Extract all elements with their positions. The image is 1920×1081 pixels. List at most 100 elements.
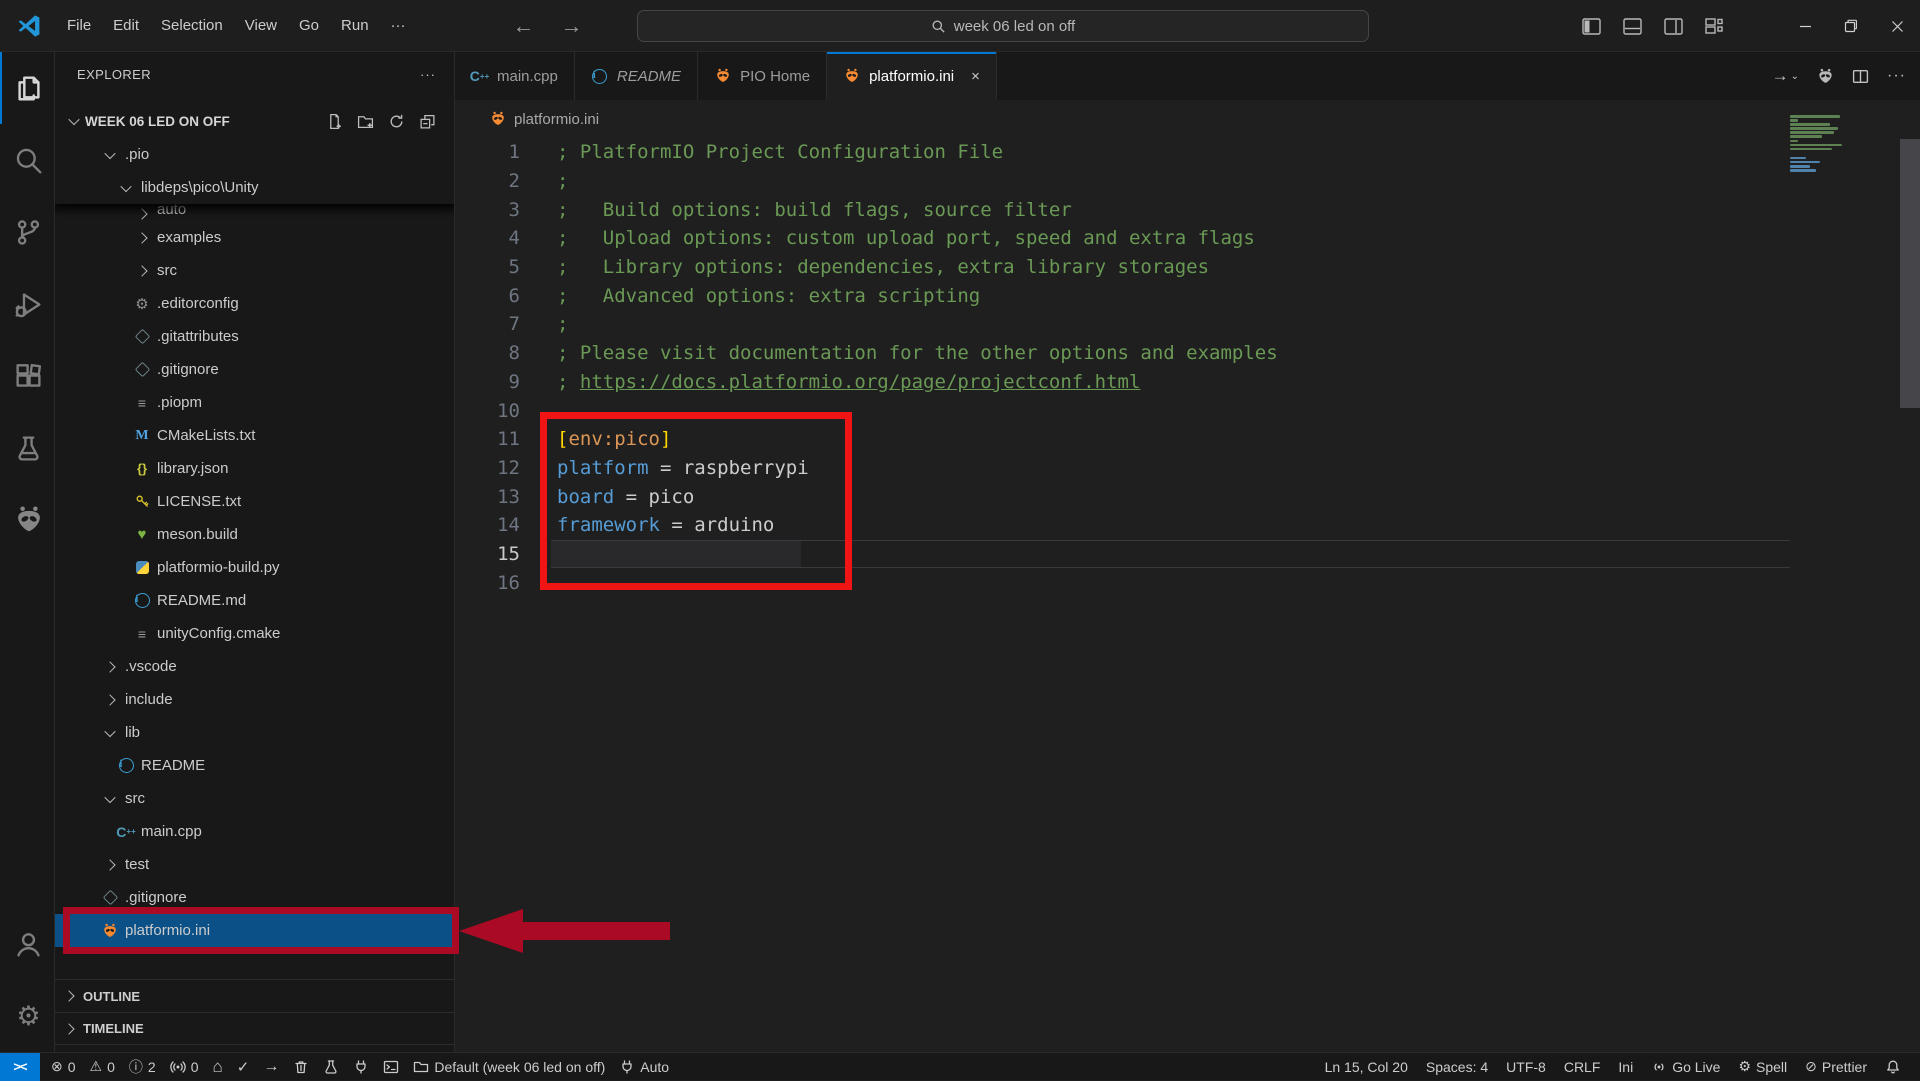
menu-[interactable]: ··· (380, 8, 417, 44)
status-info-circle[interactable]: ⓘ2 (122, 1053, 163, 1081)
tree-item-include[interactable]: include (55, 683, 455, 716)
status-home[interactable]: ⌂ (205, 1053, 229, 1081)
menu-go[interactable]: Go (288, 8, 330, 44)
tab-main.cpp[interactable]: C++main.cpp (455, 52, 575, 100)
status-error[interactable]: ⊗0 (44, 1053, 83, 1081)
status-broadcast[interactable]: Go Live (1642, 1053, 1729, 1081)
timeline-panel-header[interactable]: TIMELINE (55, 1012, 455, 1045)
status-remote-window[interactable]: >< (0, 1053, 40, 1081)
tab-pio-home[interactable]: PIO Home (698, 52, 827, 100)
menu-selection[interactable]: Selection (150, 8, 234, 44)
more-actions-icon[interactable]: ··· (1887, 67, 1906, 85)
tab-readme[interactable]: iREADME (575, 52, 698, 100)
activity-testing-flask-icon[interactable] (0, 412, 55, 484)
menu-view[interactable]: View (234, 8, 288, 44)
tree-item-meson.build[interactable]: ♥meson.build (55, 518, 455, 551)
tree-item-examples[interactable]: examples (55, 221, 455, 254)
tree-item-.vscode[interactable]: .vscode (55, 650, 455, 683)
toggle-secondary-sidebar-icon[interactable] (1664, 18, 1683, 35)
status-prettier[interactable]: ⊘Prettier (1796, 1053, 1876, 1081)
project-section-header[interactable]: WEEK 06 LED ON OFF (55, 104, 454, 138)
code-line-5[interactable]: 5; Library options: dependencies, extra … (455, 253, 1790, 282)
tree-item-readme.md[interactable]: iREADME.md (55, 584, 455, 617)
status-crlf[interactable]: CRLF (1555, 1053, 1610, 1081)
forward-arrow-icon[interactable]: → (561, 13, 583, 39)
code-line-7[interactable]: 7; (455, 310, 1790, 339)
tree-item-unityconfig.cmake[interactable]: ≡unityConfig.cmake (55, 617, 455, 650)
code-line-4[interactable]: 4; Upload options: custom upload port, s… (455, 224, 1790, 253)
activity-files-icon[interactable] (0, 52, 55, 124)
new-folder-icon[interactable] (357, 113, 374, 130)
breadcrumb[interactable]: platformio.ini (455, 100, 1920, 138)
status-plug[interactable]: Auto (612, 1053, 676, 1081)
sidebar-more-icon[interactable]: ··· (420, 67, 436, 82)
tree-item-readme[interactable]: iREADME (55, 749, 455, 782)
editor-action-platformio-icon[interactable] (1817, 68, 1834, 85)
tree-item-.gitignore[interactable]: .gitignore (55, 353, 455, 386)
toggle-sidebar-icon[interactable] (1582, 18, 1601, 35)
tree-item-cmakelists.txt[interactable]: MCMakeLists.txt (55, 419, 455, 452)
menu-file[interactable]: File (56, 8, 102, 44)
status-ini[interactable]: Ini (1609, 1053, 1642, 1081)
menu-run[interactable]: Run (330, 8, 380, 44)
refresh-icon[interactable] (388, 113, 405, 130)
tree-item-test[interactable]: test (55, 848, 455, 881)
editor-action-arrow-icon[interactable]: →⌄ (1772, 66, 1799, 86)
back-arrow-icon[interactable]: ← (513, 13, 535, 39)
minimap[interactable] (1790, 115, 1852, 173)
activity-platformio-alien-icon[interactable] (0, 484, 55, 556)
toggle-panel-icon[interactable] (1623, 18, 1642, 35)
close-button[interactable] (1874, 0, 1920, 52)
tree-item-library.json[interactable]: {}library.json (55, 452, 455, 485)
status-plug[interactable] (346, 1053, 376, 1081)
tree-item-auto[interactable]: auto (55, 204, 455, 221)
status-utf-8[interactable]: UTF-8 (1497, 1053, 1555, 1081)
editor-scrollbar[interactable] (1900, 139, 1920, 408)
tree-item-license.txt[interactable]: LICENSE.txt (55, 485, 455, 518)
tab-platformio.ini[interactable]: platformio.ini× (827, 52, 997, 100)
new-file-icon[interactable] (326, 113, 343, 130)
outline-panel-header[interactable]: OUTLINE (55, 979, 455, 1012)
tree-item-libdeps-pico-unity[interactable]: libdeps\pico\Unity (55, 171, 455, 204)
tree-item-.gitattributes[interactable]: .gitattributes (55, 320, 455, 353)
tree-item-.pio[interactable]: .pio (55, 138, 455, 171)
customize-layout-icon[interactable] (1705, 18, 1724, 35)
activity-run-debug-icon[interactable] (0, 268, 55, 340)
collapse-all-icon[interactable] (419, 113, 436, 130)
tree-item-.piopm[interactable]: ≡.piopm (55, 386, 455, 419)
minimize-button[interactable] (1782, 0, 1828, 52)
status-warning[interactable]: ⚠0 (83, 1053, 122, 1081)
status-spaces--4[interactable]: Spaces: 4 (1417, 1053, 1497, 1081)
code-line-9[interactable]: 9; https://docs.platformio.org/page/proj… (455, 368, 1790, 397)
tree-item-src[interactable]: src (55, 782, 455, 815)
menu-edit[interactable]: Edit (102, 8, 150, 44)
code-line-1[interactable]: 1; PlatformIO Project Configuration File (455, 138, 1790, 167)
status-project-env[interactable]: Default (week 06 led on off) (406, 1053, 612, 1081)
status-check[interactable]: ✓ (230, 1053, 257, 1081)
activity-search-icon[interactable] (0, 124, 55, 196)
activity-settings-gear-icon[interactable]: ⚙ (0, 980, 55, 1052)
code-line-6[interactable]: 6; Advanced options: extra scripting (455, 281, 1790, 310)
code-line-3[interactable]: 3; Build options: build flags, source fi… (455, 195, 1790, 224)
split-editor-icon[interactable] (1852, 68, 1869, 85)
status-terminal[interactable] (376, 1053, 406, 1081)
status-arrow-right[interactable]: → (256, 1053, 286, 1081)
status-antenna[interactable]: 0 (163, 1053, 206, 1081)
tree-item-.editorconfig[interactable]: ⚙.editorconfig (55, 287, 455, 320)
activity-account-icon[interactable] (0, 908, 55, 980)
status-trash[interactable] (286, 1053, 316, 1081)
tree-item-lib[interactable]: lib (55, 716, 455, 749)
command-center-search[interactable]: week 06 led on off (637, 10, 1369, 42)
code-line-2[interactable]: 2; (455, 167, 1790, 196)
status-spell-gear[interactable]: ⚙Spell (1729, 1053, 1796, 1081)
status-flask[interactable] (316, 1053, 346, 1081)
activity-extensions-icon[interactable] (0, 340, 55, 412)
status-ln-15--col-20[interactable]: Ln 15, Col 20 (1316, 1053, 1417, 1081)
close-tab-icon[interactable]: × (971, 68, 980, 85)
status-bell[interactable] (1876, 1053, 1910, 1081)
code-line-8[interactable]: 8; Please visit documentation for the ot… (455, 339, 1790, 368)
restore-button[interactable] (1828, 0, 1874, 52)
tree-item-main.cpp[interactable]: C++main.cpp (55, 815, 455, 848)
tree-item-src[interactable]: src (55, 254, 455, 287)
tree-item-platformio-build.py[interactable]: platformio-build.py (55, 551, 455, 584)
